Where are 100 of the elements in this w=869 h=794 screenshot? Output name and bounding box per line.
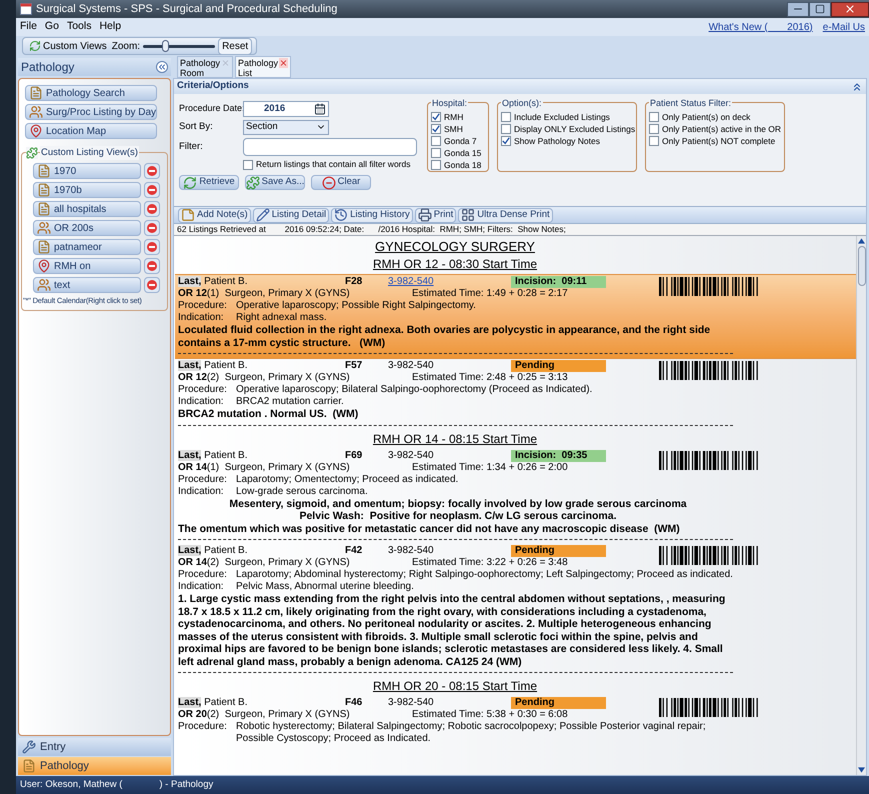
indication-text: Right adnexal mass. bbox=[236, 312, 327, 324]
custom-view-button[interactable]: text bbox=[33, 277, 141, 294]
patient-name: Last, Patient B. bbox=[178, 276, 248, 288]
toolbar-button[interactable]: Listing Detail bbox=[252, 208, 330, 222]
close-tab-icon[interactable] bbox=[279, 58, 288, 68]
tab[interactable]: Pathology List bbox=[235, 56, 291, 78]
slider-thumb[interactable] bbox=[162, 40, 169, 52]
custom-views-button[interactable]: Custom Views bbox=[27, 38, 109, 54]
date-field[interactable]: 2016 bbox=[243, 101, 329, 117]
checkbox-label: RMH bbox=[444, 110, 464, 124]
criteria-button[interactable]: Clear bbox=[311, 175, 371, 190]
criteria-button[interactable]: Save As... bbox=[245, 175, 305, 190]
scroll-up-icon[interactable] bbox=[858, 238, 865, 244]
close-button[interactable] bbox=[831, 2, 869, 16]
room-surgeon: OR 12(1) Surgeon, Primary X (GYNS) bbox=[178, 288, 351, 300]
checkbox[interactable] bbox=[649, 112, 659, 122]
record-number-link[interactable]: 3-982-540 bbox=[388, 276, 434, 287]
minimize-button[interactable] bbox=[787, 2, 809, 16]
procedure-label: Procedure: bbox=[178, 384, 228, 396]
record-number: 3-982-540 bbox=[388, 545, 434, 556]
history-icon bbox=[334, 208, 348, 222]
checkbox[interactable] bbox=[649, 124, 659, 134]
delete-button[interactable] bbox=[144, 239, 160, 256]
custom-view-button[interactable]: 1970b bbox=[33, 182, 141, 198]
barcode-icon bbox=[659, 450, 759, 470]
calendar-icon[interactable] bbox=[314, 103, 326, 115]
procedure-label: Procedure: bbox=[178, 569, 228, 581]
document-icon bbox=[29, 86, 43, 100]
people-icon bbox=[37, 278, 51, 292]
room-surgeon: OR 12(2) Surgeon, Primary X (GYNS) bbox=[178, 372, 351, 384]
delete-button[interactable] bbox=[144, 163, 160, 180]
toolbar-button[interactable]: Ultra Dense Print bbox=[458, 208, 553, 222]
nav-tab[interactable]: Pathology bbox=[18, 757, 171, 775]
note-icon bbox=[181, 208, 195, 222]
sort-dropdown[interactable]: Section bbox=[243, 120, 329, 134]
checkbox[interactable] bbox=[501, 136, 511, 146]
delete-button[interactable] bbox=[144, 201, 160, 218]
indication-label: Indication: bbox=[178, 396, 225, 408]
status-label: Incision: 09:35 bbox=[511, 450, 606, 462]
puzzle-icon bbox=[26, 147, 38, 160]
delete-button[interactable] bbox=[144, 220, 160, 236]
collapse-button[interactable] bbox=[156, 61, 168, 73]
tab[interactable]: Pathology Room bbox=[177, 56, 233, 78]
highlighted-listing[interactable] bbox=[175, 274, 856, 359]
checkbox[interactable] bbox=[501, 124, 511, 134]
procedure-label: Procedure: bbox=[178, 300, 228, 312]
barcode-icon bbox=[659, 277, 759, 296]
checkbox[interactable] bbox=[431, 160, 441, 170]
sidebar-button[interactable]: Location Map bbox=[25, 123, 157, 139]
indication-text: Pelvic Mass, Abnormal uterine bleeding. bbox=[236, 581, 414, 593]
room-surgeon: OR 20(2) Surgeon, Primary X (GYNS) bbox=[178, 709, 351, 721]
field-label: Sort By: bbox=[179, 120, 214, 134]
toolbar-button[interactable]: Listing History bbox=[331, 208, 413, 222]
scroll-down-icon[interactable] bbox=[858, 767, 865, 773]
field-label: Procedure Date: bbox=[179, 102, 243, 116]
custom-view-button[interactable]: patnameor bbox=[33, 239, 141, 256]
delete-button[interactable] bbox=[144, 182, 160, 198]
sidebar-button[interactable]: Pathology Search bbox=[25, 85, 157, 101]
checkbox[interactable] bbox=[431, 136, 441, 146]
criteria-button[interactable]: Retrieve bbox=[179, 175, 239, 190]
collapse-icon bbox=[157, 62, 167, 72]
custom-view-button[interactable]: 1970 bbox=[33, 163, 141, 180]
toolbar-button[interactable]: Print bbox=[414, 208, 456, 222]
header-link[interactable]: e-Mail Us bbox=[822, 20, 865, 34]
sidebar-button[interactable]: Surg/Proc Listing by Day bbox=[25, 104, 157, 120]
listing-title: GYNECOLOGY SURGERY bbox=[375, 238, 535, 255]
map-pin-icon bbox=[37, 259, 51, 274]
checkbox[interactable] bbox=[649, 136, 659, 146]
nav-tab[interactable]: Entry bbox=[18, 738, 171, 756]
custom-view-button[interactable]: all hospitals bbox=[33, 201, 141, 218]
checkbox[interactable] bbox=[243, 160, 253, 170]
delete-button[interactable] bbox=[144, 258, 160, 274]
delete-button[interactable] bbox=[144, 277, 160, 294]
indication-label: Indication: bbox=[178, 312, 225, 324]
filter-field[interactable] bbox=[243, 138, 417, 156]
reset-button[interactable]: Reset bbox=[218, 38, 252, 54]
custom-view-button[interactable]: RMH on bbox=[33, 258, 141, 274]
checkbox[interactable] bbox=[501, 112, 511, 122]
record-number: 3-982-540 bbox=[388, 360, 434, 371]
scrollbar-thumb[interactable] bbox=[858, 246, 866, 286]
pathology-note: The omentum which was positive for metastatic cancer did not have any macroscopic disease (WM) bbox=[178, 522, 681, 535]
collapse-icon[interactable] bbox=[851, 80, 863, 92]
refresh-icon bbox=[183, 176, 198, 190]
custom-view-button[interactable]: OR 200s bbox=[33, 220, 141, 236]
header-link[interactable]: What's New ( 2016) bbox=[708, 20, 813, 34]
checkbox[interactable] bbox=[431, 124, 441, 134]
app-icon bbox=[20, 3, 32, 15]
checkbox[interactable] bbox=[431, 148, 441, 158]
menu-item[interactable]: Go bbox=[44, 19, 59, 35]
procedure-label: Procedure: bbox=[178, 474, 228, 486]
menu-item[interactable]: Tools bbox=[66, 19, 92, 35]
toolbar-button[interactable]: Add Note(s) bbox=[178, 208, 251, 222]
zoom-slider[interactable] bbox=[143, 40, 216, 52]
menu-item[interactable]: Help bbox=[99, 19, 122, 35]
checkbox-label: Return listings that contain all filter words bbox=[256, 158, 410, 171]
menu-item[interactable]: File bbox=[20, 19, 37, 35]
scrollbar[interactable] bbox=[856, 236, 866, 775]
pathology-note: 1. Large cystic mass extending from the right pelvis into the central abdomen without septations, , measuring 18.7 x 18.5 x 11.2 cm, likely originating from the right ovary, with considerations including a cystadenoma, cystadenocarcinoma, and others. No peritoneal nodularity or ascites. 2. Multiple heterogeneous enhancing masses of the uterus consistent with fibroids. 3. Multiple small sclerotic foci within the spine, pelvis and proximal hips are favored to be benign bone islands; sclerotic metastases are considered less likely. 4. Small left adrenal gland mass, probably a benign adenoma. CA125 24 (WM) bbox=[178, 593, 726, 668]
checkbox[interactable] bbox=[431, 112, 441, 122]
maximize-button[interactable] bbox=[809, 2, 831, 16]
